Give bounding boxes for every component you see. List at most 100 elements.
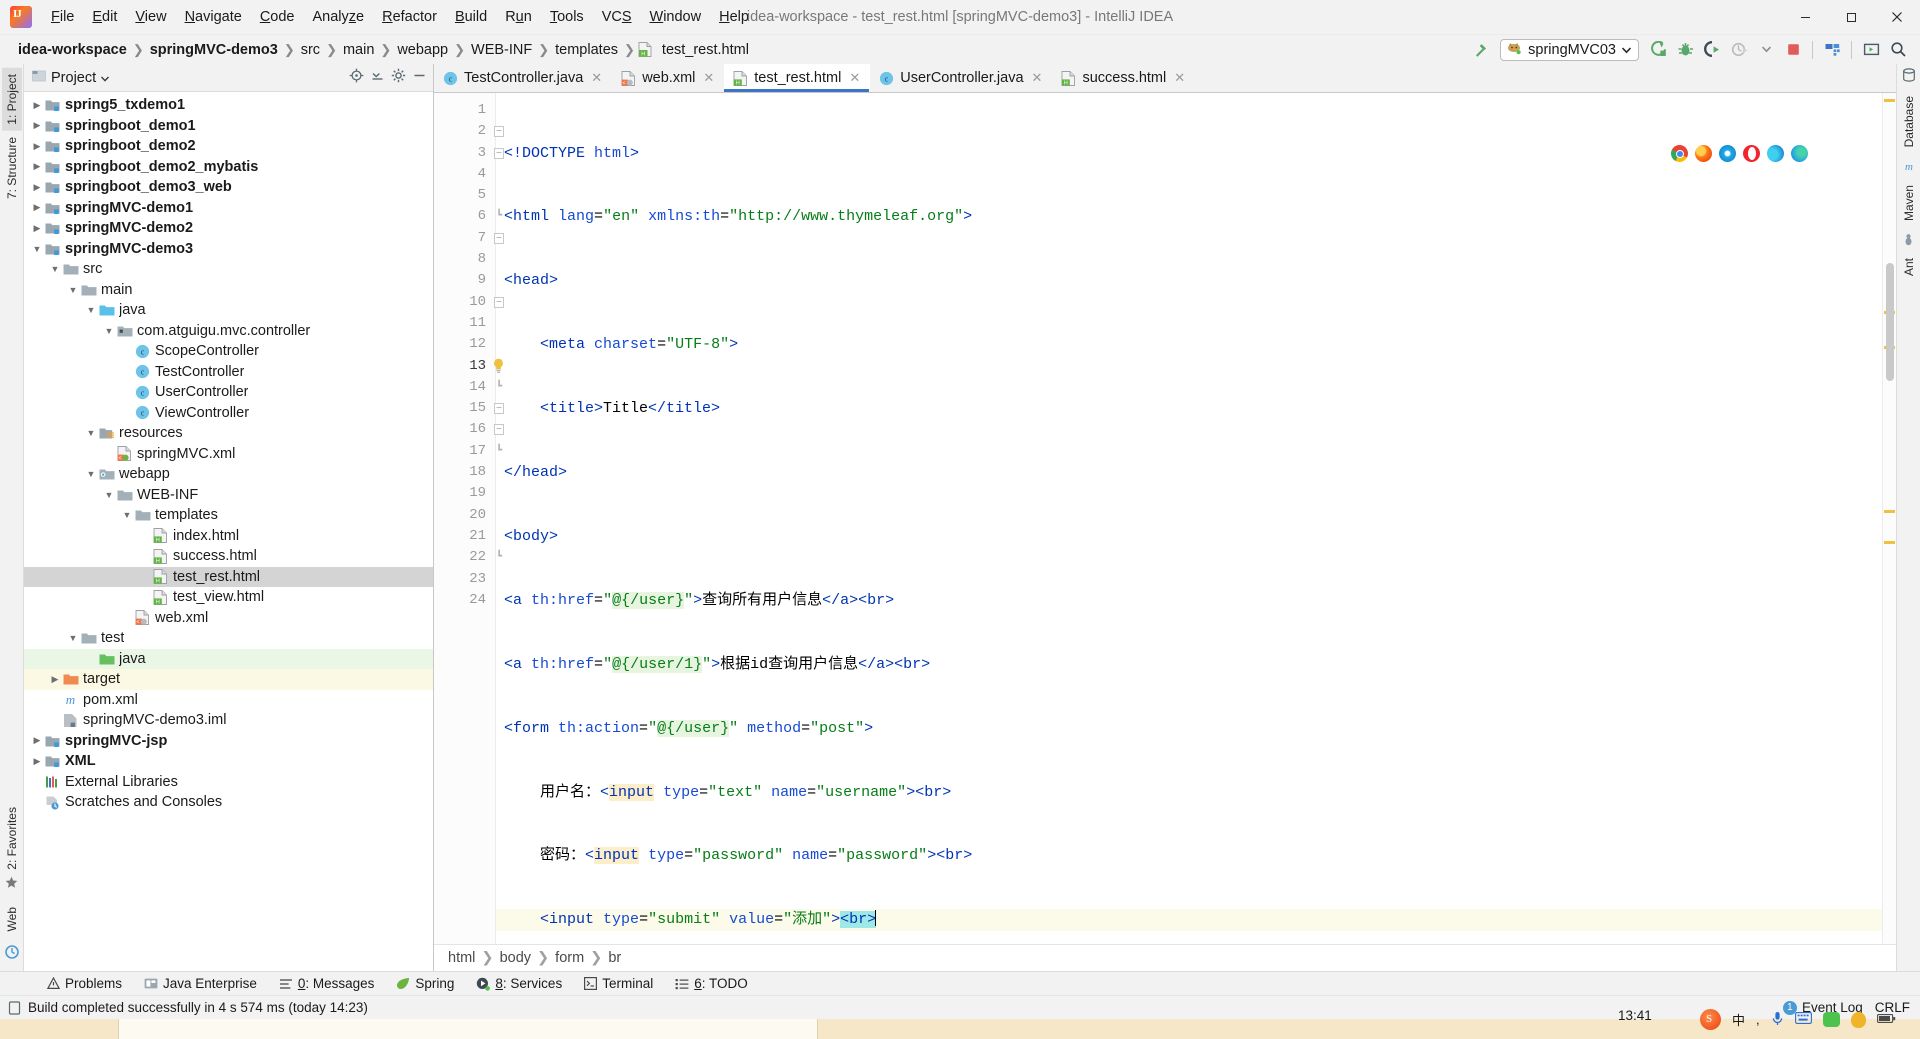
- bottom-tool-window-button[interactable]: 8: Services: [465, 976, 573, 991]
- sidebar-item-structure[interactable]: 7: Structure: [2, 131, 22, 205]
- close-button[interactable]: [1874, 0, 1920, 35]
- breadcrumb-item-webinf[interactable]: WEB-INF: [467, 42, 536, 58]
- tree-row[interactable]: springMVC-demo3.iml: [24, 710, 433, 731]
- sidebar-item-maven[interactable]: Maven: [1899, 179, 1919, 227]
- chevron-right-icon[interactable]: ▶: [30, 161, 44, 172]
- tree-row[interactable]: ▶ springboot_demo3_web: [24, 177, 433, 198]
- star-icon[interactable]: [5, 876, 18, 893]
- tree-row[interactable]: Htest_view.html: [24, 587, 433, 608]
- run-configuration-selector[interactable]: springMVC03: [1500, 38, 1639, 61]
- menu-build[interactable]: Build: [446, 6, 496, 28]
- maven-panel-icon[interactable]: m: [1902, 159, 1916, 177]
- tree-row[interactable]: Hindex.html: [24, 526, 433, 547]
- chevron-down-icon[interactable]: ▼: [120, 510, 134, 520]
- tree-row[interactable]: ▶ springboot_demo2: [24, 136, 433, 157]
- chevron-down-icon[interactable]: ▼: [84, 305, 98, 315]
- run-coverage-icon[interactable]: [1700, 39, 1724, 61]
- chevron-right-icon[interactable]: ▶: [30, 120, 44, 131]
- chevron-down-icon[interactable]: [101, 70, 110, 86]
- menu-vcs[interactable]: VCS: [593, 6, 641, 28]
- code-content[interactable]: <!DOCTYPE html> <html lang="en" xmlns:th…: [496, 93, 1882, 944]
- collapse-all-icon[interactable]: [370, 68, 385, 87]
- comma-icon[interactable]: ,: [1756, 1012, 1760, 1027]
- tree-row[interactable]: m pom.xml: [24, 690, 433, 711]
- breadcrumb-item-templates[interactable]: templates: [551, 42, 622, 58]
- menu-tools[interactable]: Tools: [541, 6, 593, 28]
- editor-tab[interactable]: < web.xml ✕: [612, 64, 724, 92]
- bottom-tool-window-button[interactable]: Spring: [385, 976, 465, 991]
- tree-row[interactable]: ▼ src: [24, 259, 433, 280]
- ant-panel-icon[interactable]: [1902, 233, 1915, 250]
- chevron-down-icon[interactable]: ▼: [48, 264, 62, 274]
- sidebar-item-web[interactable]: Web: [2, 901, 22, 937]
- menu-help[interactable]: Help: [710, 6, 758, 28]
- menu-file[interactable]: FFileile: [42, 6, 83, 28]
- database-panel-icon[interactable]: [1902, 68, 1916, 86]
- target-locate-icon[interactable]: [349, 68, 364, 87]
- sidebar-item-favorites[interactable]: 2: Favorites: [2, 801, 22, 876]
- hammer-icon[interactable]: [1469, 39, 1493, 61]
- sidebar-item-database[interactable]: Database: [1899, 90, 1919, 153]
- chevron-down-icon[interactable]: ▼: [66, 285, 80, 295]
- tree-row[interactable]: ▶ springboot_demo2_mybatis: [24, 157, 433, 178]
- chevron-down-icon[interactable]: ▼: [84, 428, 98, 438]
- taskbar-clock[interactable]: 13:41: [1618, 1008, 1652, 1023]
- close-icon[interactable]: ✕: [703, 70, 714, 86]
- tree-row[interactable]: ▶ springMVC-demo1: [24, 198, 433, 219]
- debug-bug-icon[interactable]: [1673, 39, 1697, 61]
- safari-icon[interactable]: [1719, 145, 1736, 162]
- editor-marker-strip[interactable]: [1882, 93, 1896, 944]
- tree-row[interactable]: ▼ test: [24, 628, 433, 649]
- vcs-icon[interactable]: [4, 945, 19, 963]
- gear-icon[interactable]: [391, 68, 406, 87]
- breadcrumb-item-src[interactable]: src: [297, 42, 324, 58]
- chevron-right-icon[interactable]: ▶: [48, 674, 62, 685]
- search-everywhere-icon[interactable]: [1886, 39, 1910, 61]
- tree-row[interactable]: ▶ XML: [24, 751, 433, 772]
- tree-row[interactable]: ▼ WEB-INF: [24, 485, 433, 506]
- tree-row[interactable]: ▼ com.atguigu.mvc.controller: [24, 321, 433, 342]
- services-icon[interactable]: [1820, 39, 1844, 61]
- menu-navigate[interactable]: Navigate: [176, 6, 251, 28]
- tree-row[interactable]: ▼ templates: [24, 505, 433, 526]
- tree-row[interactable]: ▼ java: [24, 300, 433, 321]
- menu-edit[interactable]: Edit: [83, 6, 126, 28]
- breadcrumb-item-webapp[interactable]: webapp: [393, 42, 452, 58]
- code-editor[interactable]: 1 2− 3− 4 5 6 ┗ 7− 8 9 10− 11 12 13 14 ┗ 15− 16− 17 ┗ 18 19 20…: [434, 93, 1896, 944]
- minimize-button[interactable]: [1782, 0, 1828, 35]
- tree-row[interactable]: ▶ springMVC-demo2: [24, 218, 433, 239]
- chevron-down-icon[interactable]: ▼: [66, 633, 80, 643]
- tree-row[interactable]: Htest_rest.html: [24, 566, 433, 587]
- tree-row[interactable]: < springMVC.xml: [24, 444, 433, 465]
- editor-breadcrumb-item-br[interactable]: br: [608, 950, 621, 966]
- breadcrumb-item-module[interactable]: springMVC-demo3: [146, 42, 282, 58]
- editor-breadcrumb-item-html[interactable]: html: [448, 950, 475, 966]
- chevron-down-icon[interactable]: ▼: [30, 244, 44, 254]
- tree-row[interactable]: < web.xml: [24, 608, 433, 629]
- tree-row[interactable]: c TestController: [24, 362, 433, 383]
- edge-legacy-icon[interactable]: [1767, 145, 1784, 162]
- bottom-tool-window-button[interactable]: Problems: [36, 976, 133, 991]
- qq-icon[interactable]: [1850, 1011, 1866, 1028]
- taskbar-active-window[interactable]: [118, 1019, 818, 1039]
- editor-breadcrumb-item-body[interactable]: body: [500, 950, 531, 966]
- close-icon[interactable]: ✕: [849, 70, 860, 86]
- editor-scrollbar-thumb[interactable]: [1886, 263, 1894, 381]
- editor-breadcrumb-item-form[interactable]: form: [555, 950, 584, 966]
- bottom-tool-window-button[interactable]: 0: Messages: [268, 976, 386, 991]
- breadcrumb-item-file[interactable]: test_rest.html: [658, 42, 753, 58]
- tree-row[interactable]: c ScopeController: [24, 341, 433, 362]
- breadcrumb-item-workspace[interactable]: idea-workspace: [14, 42, 131, 58]
- editor-tab[interactable]: Hsuccess.html ✕: [1052, 64, 1195, 92]
- sidebar-item-project[interactable]: 1: Project: [1, 68, 22, 131]
- tree-row[interactable]: ▶ target: [24, 669, 433, 690]
- sogou-ime-icon[interactable]: S: [1700, 1009, 1721, 1030]
- menu-code[interactable]: Code: [251, 6, 304, 28]
- breadcrumb-item-main[interactable]: main: [339, 42, 378, 58]
- tree-row[interactable]: ▶ springMVC-jsp: [24, 731, 433, 752]
- run-icon[interactable]: [1646, 39, 1670, 61]
- tree-row[interactable]: Scratches and Consoles: [24, 792, 433, 813]
- menu-analyze[interactable]: Analyze: [304, 6, 374, 28]
- chevron-right-icon[interactable]: ▶: [30, 223, 44, 234]
- chevron-down-icon[interactable]: [1754, 39, 1778, 61]
